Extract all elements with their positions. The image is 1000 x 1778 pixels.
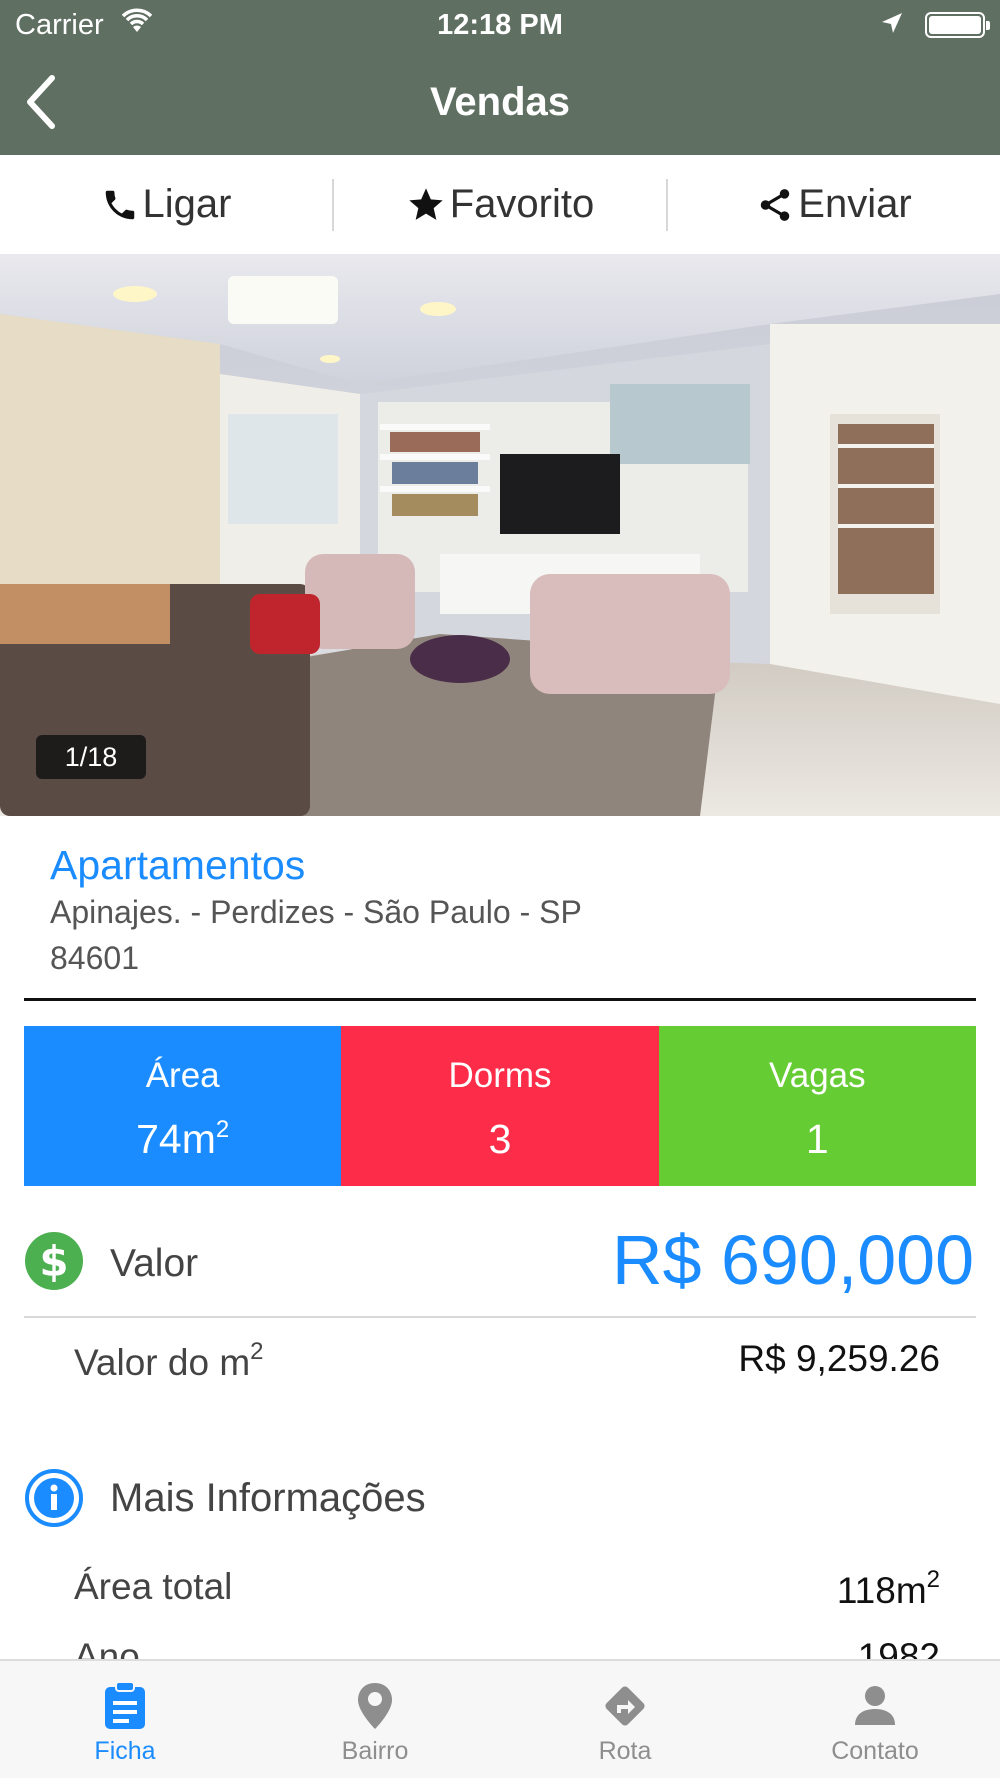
tab-label: Bairro	[341, 1737, 409, 1765]
parking-value: 1	[805, 1116, 829, 1162]
location-arrow-icon	[880, 10, 904, 43]
property-photo	[0, 254, 1000, 816]
action-bar: Ligar Favorito Enviar	[0, 155, 1000, 254]
tab-label: Rota	[598, 1737, 652, 1765]
tab-contato[interactable]: Contato	[750, 1661, 1000, 1778]
tab-label: Contato	[831, 1737, 919, 1765]
svg-text:$: $	[39, 1237, 68, 1286]
price-per-m2-row: Valor do m2 R$ 9,259.26	[74, 1334, 940, 1394]
tab-rota[interactable]: Rota	[500, 1661, 750, 1778]
star-icon	[409, 187, 443, 220]
photo-gallery[interactable]: 1/18	[0, 254, 1000, 816]
dorms-tile: Dorms 3	[341, 1026, 659, 1186]
person-icon	[855, 1686, 895, 1725]
tab-label: Ficha	[94, 1737, 156, 1765]
status-bar: Carrier 12:18 PM	[0, 0, 1000, 50]
directions-icon	[605, 1686, 645, 1726]
clipboard-icon	[105, 1681, 145, 1729]
parking-label: Vagas	[768, 1056, 866, 1095]
favorite-button[interactable]: Favorito	[334, 155, 666, 254]
price-row: $ Valor R$ 690,000	[24, 1216, 976, 1318]
share-label: Enviar	[798, 182, 912, 226]
navigation-bar: Vendas	[0, 50, 1000, 155]
price-per-m2-label: Valor do m2	[74, 1338, 264, 1383]
map-pin-icon	[358, 1683, 392, 1729]
more-info-header: Mais Informações	[24, 1464, 976, 1530]
page-title: Vendas	[429, 80, 571, 124]
property-address: Apinajes. - Perdizes - São Paulo - SP	[50, 894, 582, 930]
detail-label: Área total	[74, 1566, 233, 1607]
call-button[interactable]: Ligar	[0, 155, 332, 254]
detail-row-total-area: Área total 118m2	[74, 1566, 940, 1622]
favorite-label: Favorito	[449, 182, 595, 226]
area-value: 74m2	[136, 1116, 230, 1162]
photo-counter: 1/18	[36, 735, 146, 779]
tab-ficha[interactable]: Ficha	[0, 1661, 250, 1778]
price-per-m2-value: R$ 9,259.26	[738, 1338, 940, 1379]
divider	[24, 998, 976, 1001]
phone-icon	[105, 190, 134, 219]
more-info-label: Mais Informações	[110, 1476, 426, 1520]
battery-icon	[925, 12, 990, 38]
share-button[interactable]: Enviar	[668, 155, 1000, 254]
info-icon	[24, 1468, 84, 1533]
price-value: R$ 690,000	[612, 1221, 974, 1299]
property-type: Apartamentos	[50, 842, 306, 888]
divider	[24, 1316, 976, 1318]
tab-bairro[interactable]: Bairro	[250, 1661, 500, 1778]
tab-bar: Ficha Bairro Rota Contato	[0, 1659, 1000, 1778]
area-label: Área	[145, 1056, 220, 1095]
area-tile: Área 74m2	[24, 1026, 342, 1186]
call-label: Ligar	[142, 182, 232, 226]
detail-value: 118m2	[836, 1566, 940, 1611]
property-code: 84601	[50, 940, 139, 976]
dorms-label: Dorms	[448, 1056, 552, 1095]
parking-tile: Vagas 1	[658, 1026, 976, 1186]
dorms-value: 3	[488, 1116, 512, 1162]
clock: 12:18 PM	[437, 9, 563, 41]
share-icon	[761, 188, 790, 221]
dollar-icon: $	[24, 1231, 84, 1296]
stats-tiles: Área 74m2 Dorms 3 Vagas 1	[24, 1026, 976, 1186]
price-label: Valor	[110, 1242, 199, 1285]
